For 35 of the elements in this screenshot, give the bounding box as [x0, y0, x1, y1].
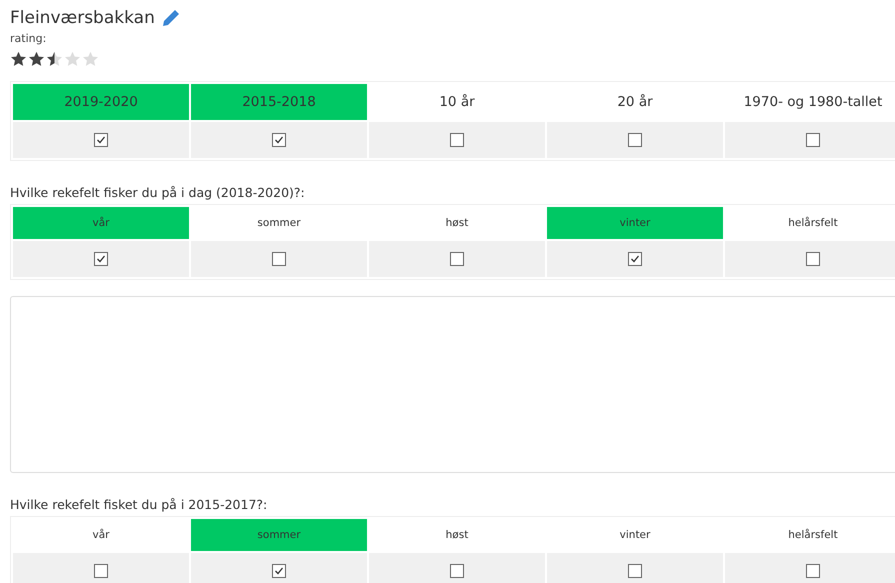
star-icon [82, 51, 99, 67]
star-icon [10, 51, 27, 67]
checkbox[interactable] [628, 564, 642, 578]
page-title: Fleinværsbakkan [10, 8, 155, 28]
check-icon [96, 254, 106, 264]
checkbox[interactable] [806, 564, 820, 578]
checkbox[interactable] [272, 252, 286, 266]
star-icon [64, 51, 81, 67]
column-header[interactable]: sommer [191, 519, 367, 551]
pencil-icon[interactable] [160, 8, 181, 28]
checkbox[interactable] [450, 564, 464, 578]
checkbox[interactable] [272, 564, 286, 578]
checkbox[interactable] [450, 252, 464, 266]
star-icon [46, 51, 63, 67]
question-text: Hvilke rekefelt fisker du på i dag (2018-2020)?: [10, 185, 306, 200]
column-header[interactable]: 2019-2020 [13, 84, 189, 120]
checkbox[interactable] [450, 133, 464, 147]
star-icon [28, 51, 45, 67]
rating-label: rating: [10, 32, 48, 45]
checkbox[interactable] [806, 133, 820, 147]
checkbox[interactable] [272, 133, 286, 147]
column-header[interactable]: vår [13, 207, 189, 239]
column-header[interactable]: 2015-2018 [191, 84, 367, 120]
check-icon [274, 566, 284, 576]
check-icon [274, 135, 284, 145]
check-icon [96, 135, 106, 145]
check-icon [630, 254, 640, 264]
checkbox[interactable] [628, 133, 642, 147]
column-header[interactable]: vinter [547, 207, 723, 239]
question-text: Hvilke rekefelt fisket du på i 2015-2017?: [10, 497, 268, 512]
checkbox[interactable] [94, 564, 108, 578]
checkbox[interactable] [94, 133, 108, 147]
checkbox[interactable] [806, 252, 820, 266]
checkbox[interactable] [628, 252, 642, 266]
checkbox[interactable] [94, 252, 108, 266]
